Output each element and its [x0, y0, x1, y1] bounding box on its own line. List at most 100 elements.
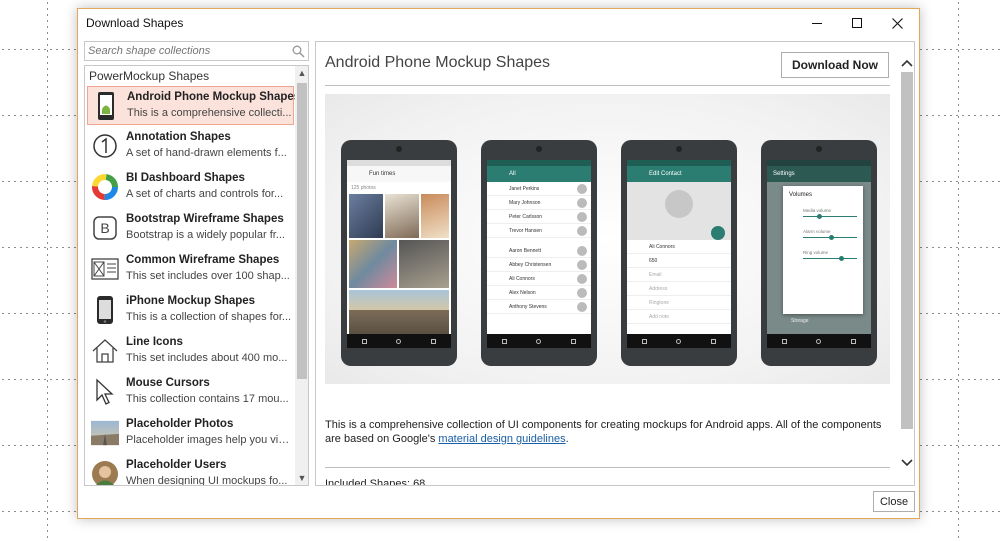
list-item-desc: A set of hand-drawn elements f... — [126, 147, 287, 159]
group-header: PowerMockup Shapes — [89, 69, 210, 83]
iphone-icon — [91, 294, 119, 326]
list-item-desc: Placeholder images help you vis... — [126, 434, 292, 446]
list-item-desc: This set includes over 100 shap... — [126, 270, 290, 282]
scrollbar-thumb[interactable] — [297, 83, 307, 379]
android-phone-icon — [92, 90, 120, 122]
search-icon[interactable] — [292, 45, 305, 58]
search-input[interactable] — [88, 45, 288, 57]
close-icon — [891, 17, 903, 29]
list-item-desc: When designing UI mockups fo... — [126, 475, 288, 486]
material-design-link[interactable]: material design guidelines — [438, 433, 565, 445]
phone-mockup-gallery: Fun times 125 photos — [341, 140, 457, 366]
list-scrollbar[interactable]: ▲ ▼ — [295, 66, 308, 485]
download-shapes-dialog: Download Shapes PowerMockup Shapes Andro… — [77, 8, 920, 519]
description-end: . — [565, 433, 569, 445]
list-item-bi-dashboard[interactable]: BI Dashboard Shapes A set of charts and … — [87, 168, 294, 207]
detail-panel: Android Phone Mockup Shapes Download Now… — [315, 41, 915, 486]
donut-chart-icon — [91, 171, 119, 203]
phone-appbar-title: All — [487, 166, 591, 182]
maximize-icon — [852, 18, 862, 28]
guide-line — [47, 0, 48, 541]
minimize-button[interactable] — [797, 9, 837, 37]
contact-field: Add note — [649, 314, 670, 320]
annotation-icon — [91, 130, 119, 162]
house-line-icon — [91, 335, 119, 367]
list-item-mouse-cursors[interactable]: Mouse Cursors This collection contains 1… — [87, 373, 294, 412]
list-item-line-icons[interactable]: Line Icons This set includes about 400 m… — [87, 332, 294, 371]
phone-appbar-title: Settings — [767, 166, 871, 182]
list-item-desc: Bootstrap is a widely popular fr... — [126, 229, 285, 241]
guide-line — [958, 0, 959, 541]
phone-subtitle: 125 photos — [351, 185, 376, 191]
list-item-name: Annotation Shapes — [126, 131, 231, 143]
list-item-desc: This is a comprehensive collecti... — [127, 107, 292, 119]
download-now-button[interactable]: Download Now — [781, 52, 889, 78]
phone-mockup-contacts: All Janet Perkins Mary Johnson Peter Car… — [481, 140, 597, 366]
wireframe-icon — [91, 253, 119, 285]
divider — [325, 467, 890, 468]
detail-scrollbar[interactable] — [900, 56, 914, 485]
contact-field: Ali Connors — [649, 244, 675, 250]
preview-image: Fun times 125 photos All Janet Perkins M… — [325, 94, 890, 384]
title-bar: Download Shapes — [78, 9, 919, 37]
slider-label: Alarm volume — [803, 229, 831, 234]
detail-title: Android Phone Mockup Shapes — [325, 54, 551, 71]
contact-name: Ali Connors — [509, 276, 535, 282]
contact-name: Abbey Christensen — [509, 262, 552, 268]
list-item-name: Bootstrap Wireframe Shapes — [126, 213, 284, 225]
contact-name: Anthony Stevens — [509, 304, 547, 310]
shape-collection-list: PowerMockup Shapes Android Phone Mockup … — [84, 65, 309, 486]
photo-icon — [91, 417, 119, 449]
list-item-desc: A set of charts and controls for... — [126, 188, 284, 200]
scroll-down-arrow-icon[interactable]: ▼ — [295, 471, 308, 485]
scroll-up-chevron-icon[interactable] — [900, 56, 914, 70]
contact-field: Address — [649, 286, 668, 292]
dialog-title: Volumes — [789, 192, 813, 198]
phone-appbar-title: Edit Contact — [627, 166, 731, 182]
list-item-iphone-mockup[interactable]: iPhone Mockup Shapes This is a collectio… — [87, 291, 294, 330]
contact-name: Alex Nelson — [509, 290, 536, 296]
scrollbar-thumb[interactable] — [901, 72, 913, 429]
phone-mockup-edit-contact: Edit Contact Ali Connors 650 Email Addre… — [621, 140, 737, 366]
contact-field: Ringtone — [649, 300, 670, 306]
search-box[interactable] — [84, 41, 309, 61]
list-item-desc: This is a collection of shapes for... — [126, 311, 292, 323]
list-item-common-wireframe[interactable]: Common Wireframe Shapes This set include… — [87, 250, 294, 289]
list-item-name: Common Wireframe Shapes — [126, 254, 280, 266]
slider-label: Media volume — [803, 208, 832, 213]
list-item-android-phone-mockup[interactable]: Android Phone Mockup Shapes This is a co… — [87, 86, 300, 125]
settings-footer: Storage — [791, 318, 809, 324]
close-window-button[interactable] — [877, 9, 917, 37]
list-item-annotation[interactable]: Annotation Shapes A set of hand-drawn el… — [87, 127, 294, 166]
user-avatar-icon — [91, 458, 119, 485]
scroll-up-arrow-icon[interactable]: ▲ — [295, 66, 308, 80]
list-item-name: BI Dashboard Shapes — [126, 172, 245, 184]
list-item-bootstrap-wireframe[interactable]: B Bootstrap Wireframe Shapes Bootstrap i… — [87, 209, 294, 248]
scroll-down-chevron-icon[interactable] — [900, 456, 914, 470]
minimize-icon — [812, 22, 822, 24]
list-item-name: Placeholder Users — [126, 459, 227, 471]
maximize-button[interactable] — [837, 9, 877, 37]
list-item-name: Line Icons — [126, 336, 183, 348]
close-button[interactable]: Close — [873, 491, 915, 512]
list-item-name: Placeholder Photos — [126, 418, 234, 430]
list-item-placeholder-users[interactable]: Placeholder Users When designing UI mock… — [87, 455, 294, 486]
contact-field: Email — [649, 272, 662, 278]
window-title: Download Shapes — [86, 16, 184, 30]
list-item-name: Mouse Cursors — [126, 377, 210, 389]
contact-name: Trevor Hansen — [509, 228, 542, 234]
bootstrap-icon: B — [91, 212, 119, 244]
list-item-desc: This collection contains 17 mou... — [126, 393, 289, 405]
included-shapes-count: Included Shapes: 68 — [325, 478, 426, 486]
list-item-placeholder-photos[interactable]: Placeholder Photos Placeholder images he… — [87, 414, 294, 453]
slider-label: Ring volume — [803, 250, 829, 255]
description-text: This is a comprehensive collection of UI… — [325, 419, 882, 445]
list-item-name: iPhone Mockup Shapes — [126, 295, 256, 307]
cursor-icon — [91, 376, 119, 408]
contact-name: Mary Johnson — [509, 200, 541, 206]
phone-appbar-title: Fun times — [347, 166, 451, 182]
divider — [325, 85, 890, 86]
phone-mockup-settings: Settings Volumes Media volume Alarm volu… — [761, 140, 877, 366]
svg-text:B: B — [100, 220, 109, 236]
collection-description: This is a comprehensive collection of UI… — [325, 418, 895, 446]
